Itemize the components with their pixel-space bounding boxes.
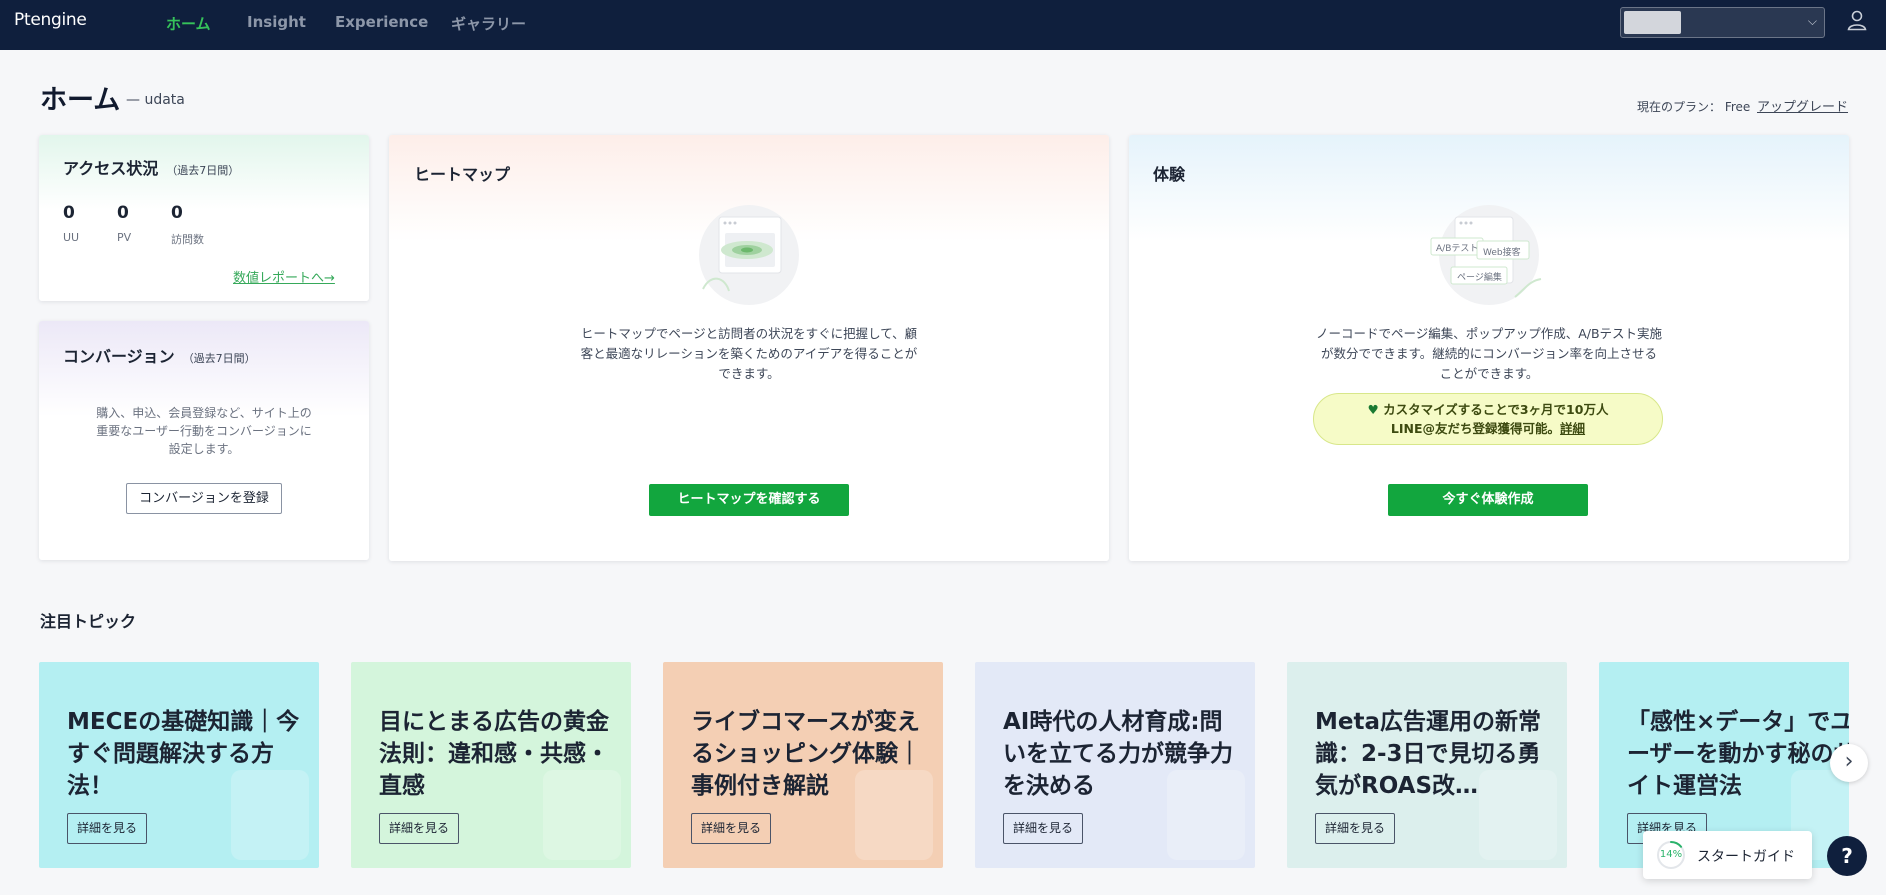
experience-description-line: ことができます。: [1439, 366, 1539, 381]
conversion-description-line: 設定します。: [168, 442, 240, 456]
heatmap-title: ヒートマップ: [414, 165, 511, 184]
start-guide-widget[interactable]: 14% スタートガイド: [1643, 831, 1812, 879]
create-experience-button[interactable]: 今すぐ体験作成: [1388, 484, 1588, 516]
top-navigation-bar: Ptengine ホーム Insight Experience ギャラリー ⌵: [0, 0, 1886, 50]
nav-tab-home[interactable]: ホーム: [166, 13, 211, 34]
project-name: — udata: [126, 92, 185, 108]
chevron-down-icon: ⌵: [1807, 14, 1817, 28]
metric-pv-value: 0: [117, 203, 129, 223]
help-button[interactable]: ?: [1827, 836, 1867, 876]
experience-illustration: A/Bテスト Web接客 ページ編集: [1429, 203, 1549, 307]
promo-line-1: ♥ カスタマイズすることで3ヶ月で10万人: [1314, 400, 1662, 419]
conversion-description-line: 購入、申込、会員登録など、サイト上の: [96, 406, 312, 420]
access-card-title: アクセス状況 （過去7日間）: [63, 155, 239, 179]
experience-title: 体験: [1153, 165, 1186, 184]
conversion-description-line: 重要なユーザー行動をコンバージョンに: [96, 424, 312, 438]
user-icon[interactable]: [1846, 9, 1868, 31]
nav-tab-insight[interactable]: Insight: [247, 13, 306, 31]
metric-visits-label: 訪問数: [171, 233, 204, 246]
heatmap-description-line: できます。: [718, 366, 780, 381]
experience-description: ノーコードでページ編集、ポップアップ作成、A/Bテスト実施 が数分でできます。継…: [1309, 324, 1669, 384]
upgrade-link[interactable]: アップグレード: [1757, 96, 1848, 115]
topic-title: 「感性×データ」でユーザーを動かす秘のサイト運営法: [1627, 709, 1849, 799]
illustration-tag-webcustomer: Web接客: [1483, 248, 1521, 258]
register-conversion-button[interactable]: コンバージョンを登録: [126, 483, 282, 514]
topic-title: ライブコマースが変えるショッピング体験｜事例付き解説: [691, 709, 921, 799]
illustration-tag-abtest: A/Bテスト: [1436, 244, 1479, 254]
topic-title: MECEの基礎知識｜今すぐ問題解決する方法！: [67, 709, 300, 799]
conversion-title: コンバージョン: [63, 347, 175, 366]
guide-progress-percent: 14%: [1659, 849, 1683, 860]
carousel-next-button[interactable]: ›: [1830, 744, 1868, 782]
topic-detail-button[interactable]: 詳細を見る: [1003, 813, 1084, 844]
topic-card[interactable]: MECEの基礎知識｜今すぐ問題解決する方法！ 詳細を見る: [39, 662, 319, 868]
nav-tab-gallery[interactable]: ギャラリー: [451, 13, 526, 34]
promo-detail-link[interactable]: 詳細: [1560, 421, 1585, 436]
nav-tab-experience[interactable]: Experience: [335, 13, 428, 31]
experience-description-line: ノーコードでページ編集、ポップアップ作成、A/Bテスト実施: [1315, 326, 1663, 341]
promo-banner: ♥ カスタマイズすることで3ヶ月で10万人 LINE@友だち登録獲得可能。詳細: [1313, 393, 1663, 445]
topic-card[interactable]: Meta広告運用の新常識：2-3日で見切る勇気がROAS改… 詳細を見る: [1287, 662, 1567, 868]
topic-title: Meta広告運用の新常識：2-3日で見切る勇気がROAS改…: [1315, 709, 1542, 799]
experience-description-line: が数分でできます。継続的にコンバージョン率を向上させる: [1320, 346, 1657, 361]
access-title: アクセス状況: [63, 159, 159, 178]
topic-title: AI時代の人材育成:問いを立てる力が競争力を決める: [1003, 709, 1233, 799]
conversion-card-title: コンバージョン （過去7日間）: [63, 343, 256, 367]
view-heatmap-button[interactable]: ヒートマップを確認する: [649, 484, 849, 516]
metric-visits-value: 0: [171, 203, 183, 223]
heatmap-card: ヒートマップ ヒートマップでページと訪問者の状況をすぐに把握して、顧 客と最適な…: [389, 135, 1109, 561]
topic-detail-button[interactable]: 詳細を見る: [67, 813, 148, 844]
numeric-report-link[interactable]: 数値レポートへ→: [233, 267, 335, 286]
topic-card[interactable]: 目にとまる広告の黄金法則：違和感・共感・直感 詳細を見る: [351, 662, 631, 868]
current-plan: 現在のプラン： Free: [1637, 100, 1751, 114]
heatmap-description: ヒートマップでページと訪問者の状況をすぐに把握して、顧 客と最適なリレーションを…: [569, 324, 929, 384]
project-thumbnail: [1624, 11, 1681, 34]
topic-title: 目にとまる広告の黄金法則：違和感・共感・直感: [379, 709, 609, 799]
page-title: ホーム: [40, 85, 121, 116]
topic-card[interactable]: AI時代の人材育成:問いを立てる力が競争力を決める 詳細を見る: [975, 662, 1255, 868]
featured-topics-title: 注目トピック: [40, 612, 137, 631]
metric-uu-value: 0: [63, 203, 75, 223]
topics-carousel: MECEの基礎知識｜今すぐ問題解決する方法！ 詳細を見る 目にとまる広告の黄金法…: [39, 662, 1849, 868]
topic-card[interactable]: ライブコマースが変えるショッピング体験｜事例付き解説 詳細を見る: [663, 662, 943, 868]
chevron-right-icon: ›: [1844, 749, 1854, 774]
promo-line-2: LINE@友だち登録獲得可能。詳細: [1314, 419, 1662, 438]
access-period: （過去7日間）: [166, 164, 240, 177]
project-select[interactable]: ⌵: [1620, 7, 1825, 38]
ptengine-logo[interactable]: Ptengine: [14, 10, 87, 30]
topic-detail-button[interactable]: 詳細を見る: [1315, 813, 1396, 844]
metric-pv-label: PV: [117, 231, 132, 244]
start-guide-label: スタートガイド: [1697, 849, 1795, 865]
topic-detail-button[interactable]: 詳細を見る: [691, 813, 772, 844]
conversion-description: 購入、申込、会員登録など、サイト上の 重要なユーザー行動をコンバージョンに 設定…: [40, 404, 368, 458]
heatmap-description-line: ヒートマップでページと訪問者の状況をすぐに把握して、顧: [580, 326, 918, 341]
heatmap-illustration: [699, 205, 799, 305]
heatmap-description-line: 客と最適なリレーションを築くためのアイデアを得ることが: [580, 346, 918, 361]
metric-uu-label: UU: [63, 231, 80, 244]
heart-icon: ♥: [1367, 402, 1379, 417]
illustration-tag-pageedit: ページ編集: [1457, 273, 1502, 283]
experience-card: 体験 A/Bテスト Web接客 ページ編集 ノーコードでページ編集、ポップアップ…: [1129, 135, 1849, 561]
conversion-period: （過去7日間）: [182, 352, 256, 365]
topic-detail-button[interactable]: 詳細を見る: [379, 813, 460, 844]
promo-text-2: LINE@友だち登録獲得可能。: [1390, 421, 1561, 436]
promo-text-1: カスタマイズすることで3ヶ月で10万人: [1383, 402, 1609, 417]
